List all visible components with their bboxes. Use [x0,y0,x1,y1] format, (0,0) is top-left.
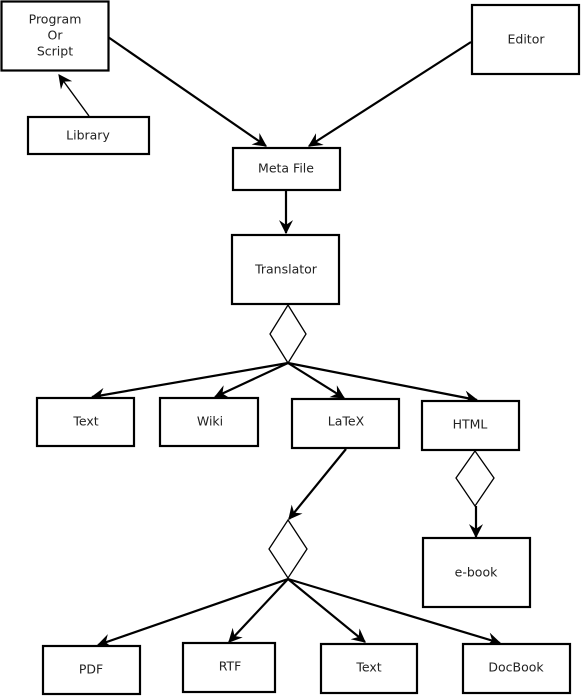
node-translator-label: Translator [254,262,318,277]
node-html-label: HTML [453,417,488,432]
node-text2-label: Text [355,660,381,675]
node-rtf-label: RTF [219,659,242,674]
node-latex: LaTeX [290,397,401,450]
node-pdf: PDF [41,644,142,696]
node-html: HTML [420,399,521,452]
node-pdf-label: PDF [79,662,103,677]
node-metafile-label: Meta File [258,161,314,176]
edge-split-text1 [90,361,289,402]
decision-translator-split [269,303,307,365]
node-ebook-label: e-book [455,565,498,580]
edge-split-wiki [213,362,289,398]
node-editor: Editor [470,3,581,76]
node-metafile: Meta File [231,146,342,192]
edge-split-pdf [96,577,289,648]
node-rtf: RTF [181,641,277,694]
decision-latex-split [268,518,308,580]
edge-latex-split [288,448,347,520]
node-program-label-1: Program [29,12,82,27]
node-text1-label: Text [72,414,98,429]
node-library-label: Library [66,128,110,143]
node-latex-label: LaTeX [328,414,365,429]
node-editor-label: Editor [508,32,546,47]
node-program-label-3: Script [37,44,73,59]
node-wiki-label: Wiki [197,414,223,429]
node-docbook-label: DocBook [488,660,544,675]
edge-split-text2 [287,578,366,643]
node-library: Library [26,115,151,156]
decision-html-split [455,449,495,508]
edge-editor-metafile [308,41,472,147]
node-program: Program Or Script [0,0,110,72]
node-docbook: DocBook [461,642,572,695]
node-program-label-2: Or [48,28,64,43]
node-text2: Text [319,642,419,695]
node-ebook: e-book [421,536,532,609]
flowchart: Program Or Script Library Editor Meta Fi… [0,0,581,696]
node-text1: Text [35,396,136,448]
node-wiki: Wiki [158,396,260,448]
edge-library-program [58,74,90,117]
node-translator: Translator [230,233,341,306]
